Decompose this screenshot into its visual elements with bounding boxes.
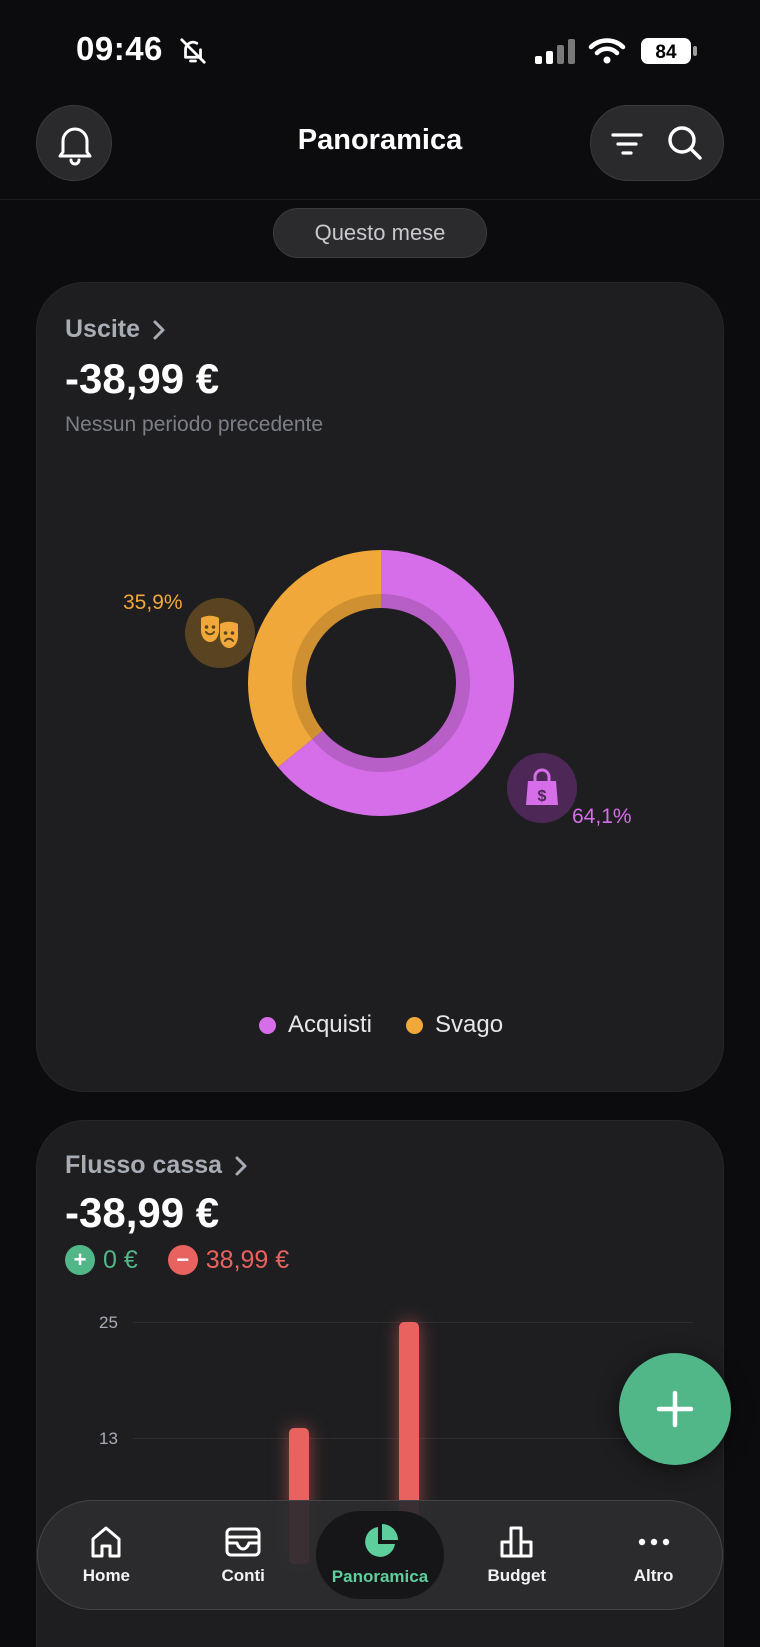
bar-chart-icon: [500, 1526, 533, 1558]
expenses-title: Uscite: [65, 315, 141, 343]
cashflow-title: Flusso cassa: [65, 1151, 223, 1179]
nav-label: Conti: [221, 1566, 265, 1585]
cashflow-breakdown: + 0 € − 38,99 €: [65, 1245, 289, 1275]
nav-label: Altro: [633, 1566, 674, 1585]
legend-label: Acquisti: [287, 1011, 372, 1038]
income-total: + 0 €: [65, 1245, 138, 1275]
header: Panoramica: [0, 100, 760, 200]
expenses-legend: Acquisti Svago: [37, 1011, 725, 1039]
nav-label: Budget: [487, 1566, 547, 1585]
income-value: 0 €: [103, 1245, 138, 1274]
expenses-comparison: Nessun periodo precedente: [65, 413, 324, 436]
battery-icon: 84: [641, 38, 697, 64]
legend-item-svago: Svago: [405, 1011, 504, 1039]
bottom-navigation: Home Conti Panoramica Budget Altro: [37, 1500, 723, 1610]
wallet-icon: [225, 1527, 261, 1557]
expenses-card-header[interactable]: Uscite: [65, 315, 166, 344]
cashflow-amount: -38,99 €: [65, 1189, 220, 1236]
expenses-donut-chart[interactable]: [37, 523, 725, 843]
nav-item-conti[interactable]: Conti: [175, 1501, 312, 1609]
more-icon: [638, 1538, 669, 1546]
gridline: [133, 1438, 693, 1439]
cashflow-card-header[interactable]: Flusso cassa: [65, 1151, 248, 1180]
nav-label: Panoramica: [331, 1567, 429, 1586]
legend-label: Svago: [434, 1011, 504, 1038]
nav-item-panoramica[interactable]: Panoramica: [312, 1501, 449, 1609]
legend-dot: [405, 1016, 423, 1034]
nav-item-home[interactable]: Home: [38, 1501, 175, 1609]
gridline: [133, 1322, 693, 1323]
expenses-card[interactable]: Uscite -38,99 € Nessun periodo precedent…: [36, 282, 724, 1092]
expense-value: 38,99 €: [205, 1245, 290, 1274]
y-tick-label: 25: [99, 1313, 118, 1332]
acquisti-category-badge[interactable]: $: [507, 753, 577, 823]
filter-icon[interactable]: [609, 126, 645, 162]
battery-level: 84: [655, 42, 677, 63]
nav-label: Home: [82, 1566, 131, 1585]
plus-circle-icon: +: [65, 1245, 95, 1275]
y-tick-label: 13: [99, 1429, 118, 1448]
status-time: 09:46: [76, 30, 163, 67]
svago-percent-label: 35,9%: [123, 591, 183, 614]
filter-search-group: [590, 105, 724, 181]
theater-masks-icon: [201, 615, 238, 648]
bell-muted-icon: [180, 38, 206, 64]
shopping-bag-icon: $: [526, 768, 558, 805]
pie-chart-icon: [365, 1524, 398, 1557]
plus-icon: [656, 1390, 694, 1428]
legend-dot: [258, 1016, 276, 1034]
nav-item-altro[interactable]: Altro: [585, 1501, 722, 1609]
expense-total: − 38,99 €: [167, 1245, 290, 1275]
legend-item-acquisti: Acquisti: [258, 1011, 372, 1039]
chevron-right-icon: [235, 1156, 247, 1175]
add-transaction-button[interactable]: [619, 1353, 731, 1465]
svg-text:$: $: [538, 788, 547, 805]
nav-item-budget[interactable]: Budget: [448, 1501, 585, 1609]
expenses-amount: -38,99 €: [65, 355, 220, 402]
cellular-signal-icon: [535, 39, 575, 64]
search-icon[interactable]: [665, 123, 705, 163]
period-filter-button[interactable]: Questo mese: [273, 208, 487, 258]
wifi-icon: [588, 38, 626, 64]
svago-category-badge[interactable]: [185, 598, 255, 668]
home-icon: [91, 1526, 121, 1558]
status-bar: 09:46 84: [0, 0, 760, 100]
minus-circle-icon: −: [167, 1245, 198, 1275]
chevron-right-icon: [153, 320, 165, 339]
acquisti-percent-label: 64,1%: [572, 805, 632, 828]
